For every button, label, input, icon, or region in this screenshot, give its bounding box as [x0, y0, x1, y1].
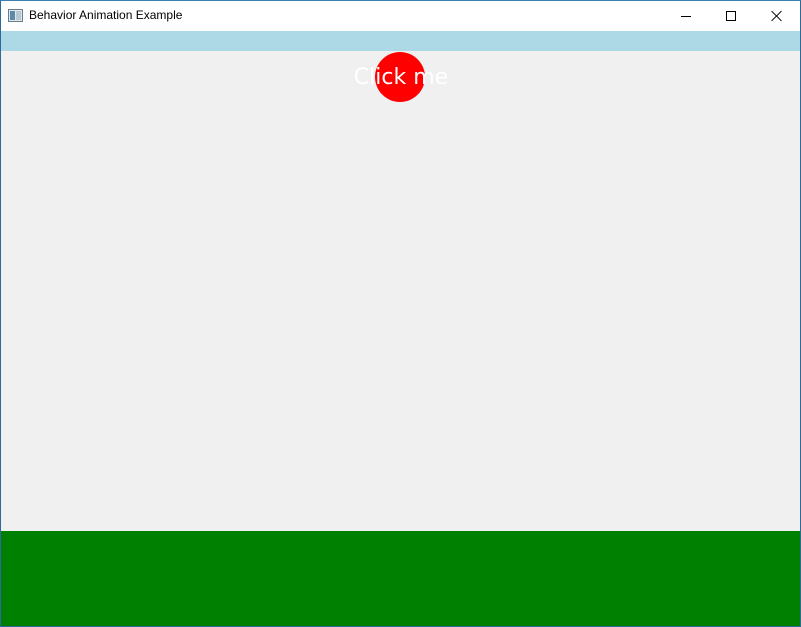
- maximize-button[interactable]: [708, 1, 754, 31]
- app-icon-pane-left: [10, 11, 15, 20]
- bottom-band: [1, 531, 800, 626]
- app-window-icon[interactable]: [8, 9, 23, 22]
- title-bar[interactable]: Behavior Animation Example: [1, 1, 800, 31]
- top-band: [1, 31, 800, 51]
- minimize-icon: [681, 15, 691, 17]
- app-window: Behavior Animation Example Click me: [0, 0, 801, 627]
- close-button[interactable]: [754, 1, 800, 31]
- window-title: Behavior Animation Example: [29, 8, 183, 22]
- click-me-label[interactable]: Click me: [301, 63, 501, 93]
- app-icon-pane-right: [16, 11, 21, 20]
- maximize-icon: [726, 11, 736, 21]
- minimize-button[interactable]: [663, 1, 709, 31]
- close-icon: [771, 10, 783, 22]
- content-area: [1, 51, 800, 531]
